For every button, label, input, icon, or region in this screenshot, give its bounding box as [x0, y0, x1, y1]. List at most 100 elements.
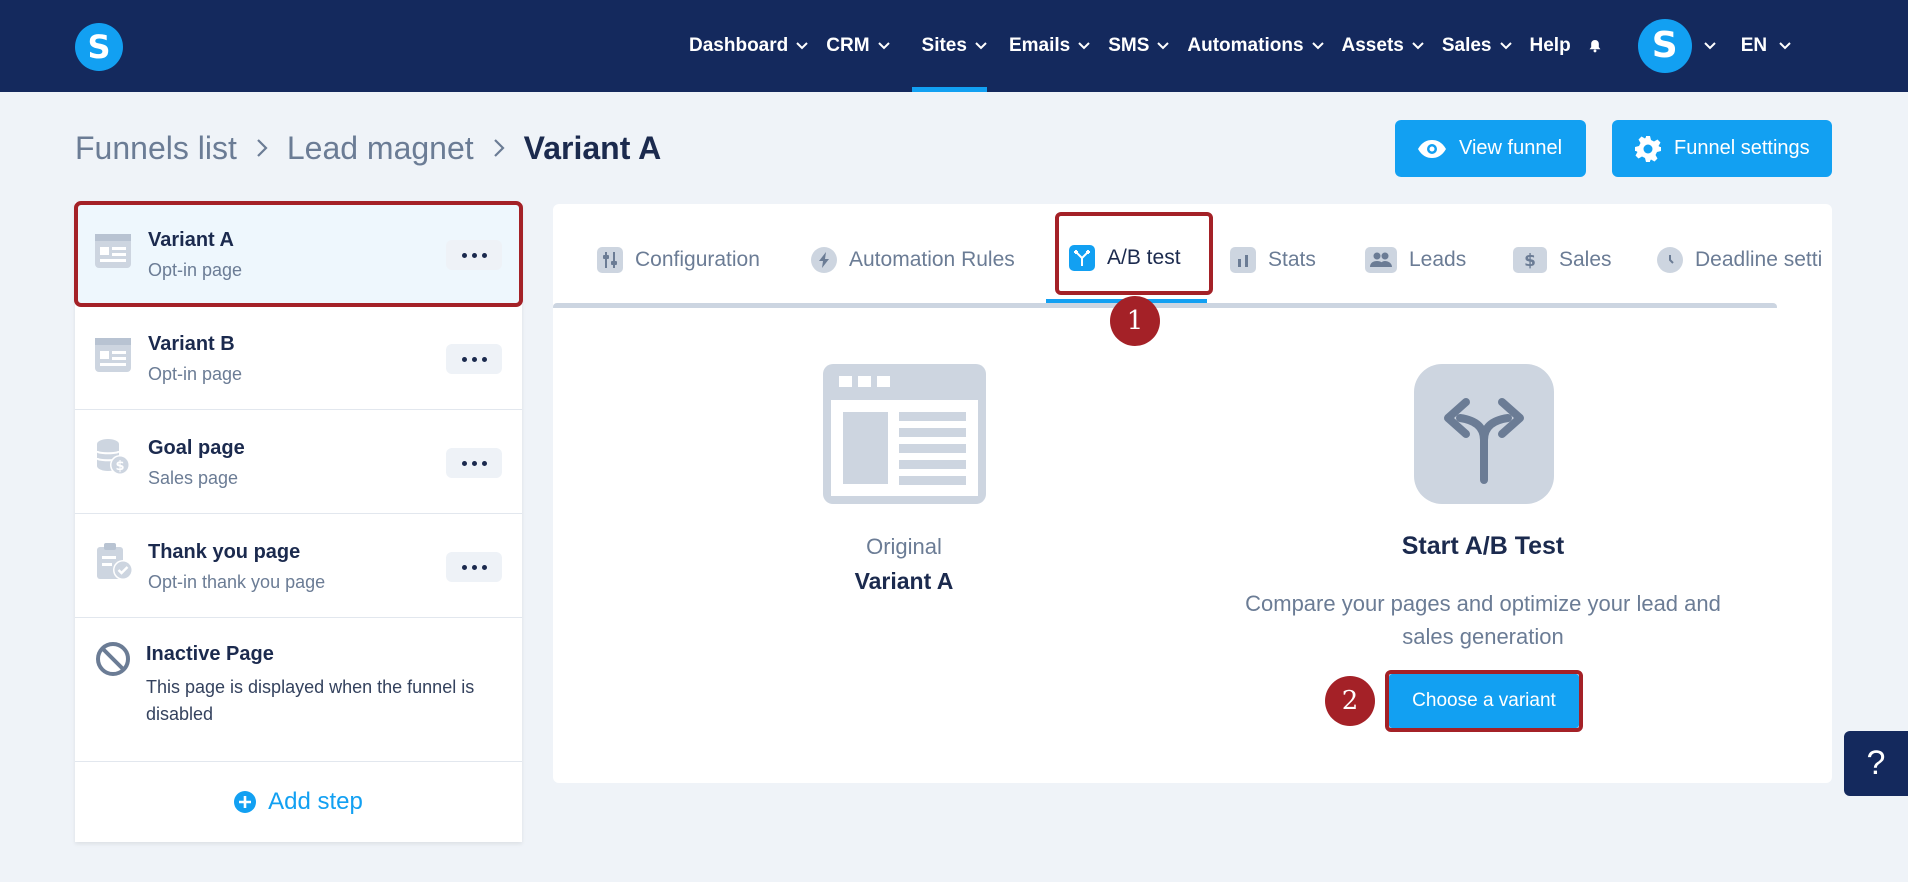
step-title: Thank you page [148, 541, 301, 563]
inactive-page-item[interactable]: Inactive Page This page is displayed whe… [75, 618, 522, 762]
more-options-button[interactable] [446, 344, 502, 374]
step-subtitle: Opt-in page [148, 260, 243, 280]
step-marker-1: 1 [1110, 296, 1160, 346]
tab-label: Sales [1559, 248, 1612, 271]
step-marker-2: 2 [1325, 676, 1375, 726]
chevron-down-icon [1157, 42, 1170, 50]
step-thank-you-page[interactable]: Thank you page Opt-in thank you page [75, 514, 522, 618]
nav-item-label: Dashboard [689, 35, 789, 56]
tab-label: Automation Rules [849, 248, 1015, 271]
gear-icon [1635, 135, 1661, 162]
tab-label: Leads [1409, 248, 1467, 271]
more-options-button[interactable] [446, 448, 502, 478]
tab-configuration[interactable]: Configuration [597, 240, 760, 280]
original-label: Original [866, 534, 942, 559]
tab-label: Stats [1268, 248, 1316, 271]
nav-item-label: CRM [826, 35, 870, 56]
nav-item-dashboard[interactable]: Dashboard [680, 0, 817, 92]
chevron-down-icon [1703, 42, 1716, 50]
tab-deadline-settings[interactable]: Deadline setti [1657, 240, 1822, 280]
nav-item-emails[interactable]: Emails [1000, 0, 1099, 92]
highlight-box [1055, 212, 1213, 295]
tab-sales[interactable]: $ Sales [1513, 240, 1612, 280]
page-layout-illustration [823, 364, 986, 504]
tab-scrollbar[interactable] [553, 303, 1777, 308]
breadcrumb-lead-magnet[interactable]: Lead magnet [287, 130, 474, 167]
inactive-page-description: This page is displayed when the funnel i… [146, 677, 475, 724]
page-icon [95, 234, 131, 268]
nav-item-sites[interactable]: Sites [899, 0, 1000, 92]
step-variant-a[interactable]: Variant A Opt-in page [74, 201, 523, 307]
ban-icon [96, 642, 130, 676]
nav-item-label: Sales [1441, 35, 1492, 56]
language-selector[interactable]: EN [1725, 0, 1800, 92]
nav-menu: Dashboard CRM Sites Emails SMS Automatio… [680, 0, 1800, 92]
sliders-icon [597, 247, 623, 273]
funnel-settings-button[interactable]: Funnel settings [1612, 120, 1832, 177]
nav-item-crm[interactable]: CRM [817, 0, 898, 92]
chevron-down-icon [877, 42, 890, 50]
svg-text:$: $ [1524, 251, 1536, 269]
nav-item-label: Assets [1341, 35, 1404, 56]
tab-label: Configuration [635, 248, 760, 271]
add-step-button[interactable]: Add step [75, 762, 522, 842]
chevron-down-icon [975, 42, 987, 50]
chevron-down-icon [796, 42, 808, 50]
choose-variant-highlight: Choose a variant [1385, 670, 1583, 732]
step-title: Variant B [148, 333, 235, 355]
nav-item-label: Help [1529, 35, 1571, 56]
nav-item-sms[interactable]: SMS [1099, 0, 1178, 92]
view-funnel-button[interactable]: View funnel [1395, 120, 1586, 177]
svg-text:$: $ [115, 459, 124, 474]
language-label: EN [1740, 35, 1768, 56]
clock-icon [1657, 247, 1683, 273]
nav-item-help[interactable]: Help [1521, 0, 1580, 92]
chevron-right-icon [257, 139, 268, 157]
chevron-down-icon [1499, 42, 1512, 50]
chevron-down-icon [1311, 42, 1324, 50]
choose-variant-button[interactable]: Choose a variant [1389, 674, 1579, 728]
top-navigation: S Dashboard CRM Sites Emails SMS Automat… [0, 0, 1908, 92]
avatar: S [1637, 19, 1692, 73]
tab-automation-rules[interactable]: Automation Rules [811, 240, 1015, 280]
breadcrumb-funnels-list[interactable]: Funnels list [75, 130, 237, 167]
tab-leads[interactable]: Leads [1365, 240, 1466, 280]
funnel-settings-label: Funnel settings [1674, 137, 1810, 159]
main-panel: Configuration Automation Rules A/B test … [553, 204, 1832, 783]
more-options-button[interactable] [446, 552, 502, 582]
plus-circle-icon [234, 791, 257, 813]
nav-item-automations[interactable]: Automations [1178, 0, 1332, 92]
step-variant-b[interactable]: Variant B Opt-in page [75, 306, 522, 410]
nav-item-label: Sites [921, 35, 967, 56]
tab-bar: Configuration Automation Rules A/B test … [553, 204, 1832, 308]
coins-icon: $ [96, 439, 130, 475]
nav-item-label: Automations [1187, 35, 1304, 56]
funnel-steps-sidebar: Variant A Opt-in page Variant B Opt-in p… [74, 201, 523, 842]
ab-test-description: Compare your pages and optimize your lea… [1245, 591, 1721, 649]
ab-test-title: Start A/B Test [1401, 532, 1565, 560]
step-title: Goal page [148, 437, 245, 459]
step-title: Variant A [148, 229, 234, 251]
split-arrows-icon [1414, 364, 1554, 504]
step-subtitle: Opt-in thank you page [148, 572, 326, 592]
bolt-icon [811, 247, 837, 273]
step-goal-page[interactable]: $ Goal page Sales page [75, 410, 522, 514]
step-subtitle: Sales page [148, 468, 239, 488]
logo[interactable]: S [75, 23, 123, 71]
view-funnel-label: View funnel [1459, 137, 1563, 159]
chevron-down-icon [1078, 42, 1090, 50]
users-icon [1365, 247, 1397, 273]
nav-item-sales[interactable]: Sales [1433, 0, 1521, 92]
help-button[interactable]: ? [1844, 731, 1908, 796]
notifications-bell-icon[interactable] [1580, 0, 1610, 92]
chevron-down-icon [1779, 42, 1791, 50]
nav-item-label: SMS [1108, 35, 1150, 56]
more-options-button[interactable] [446, 240, 502, 270]
tab-stats[interactable]: Stats [1230, 240, 1316, 280]
add-step-label: Add step [268, 788, 363, 815]
breadcrumb: Funnels list Lead magnet Variant A [75, 128, 661, 168]
original-variant-name: Variant A [854, 568, 954, 594]
user-menu[interactable]: S [1610, 0, 1725, 92]
dollar-icon: $ [1513, 247, 1547, 273]
nav-item-assets[interactable]: Assets [1333, 0, 1433, 92]
